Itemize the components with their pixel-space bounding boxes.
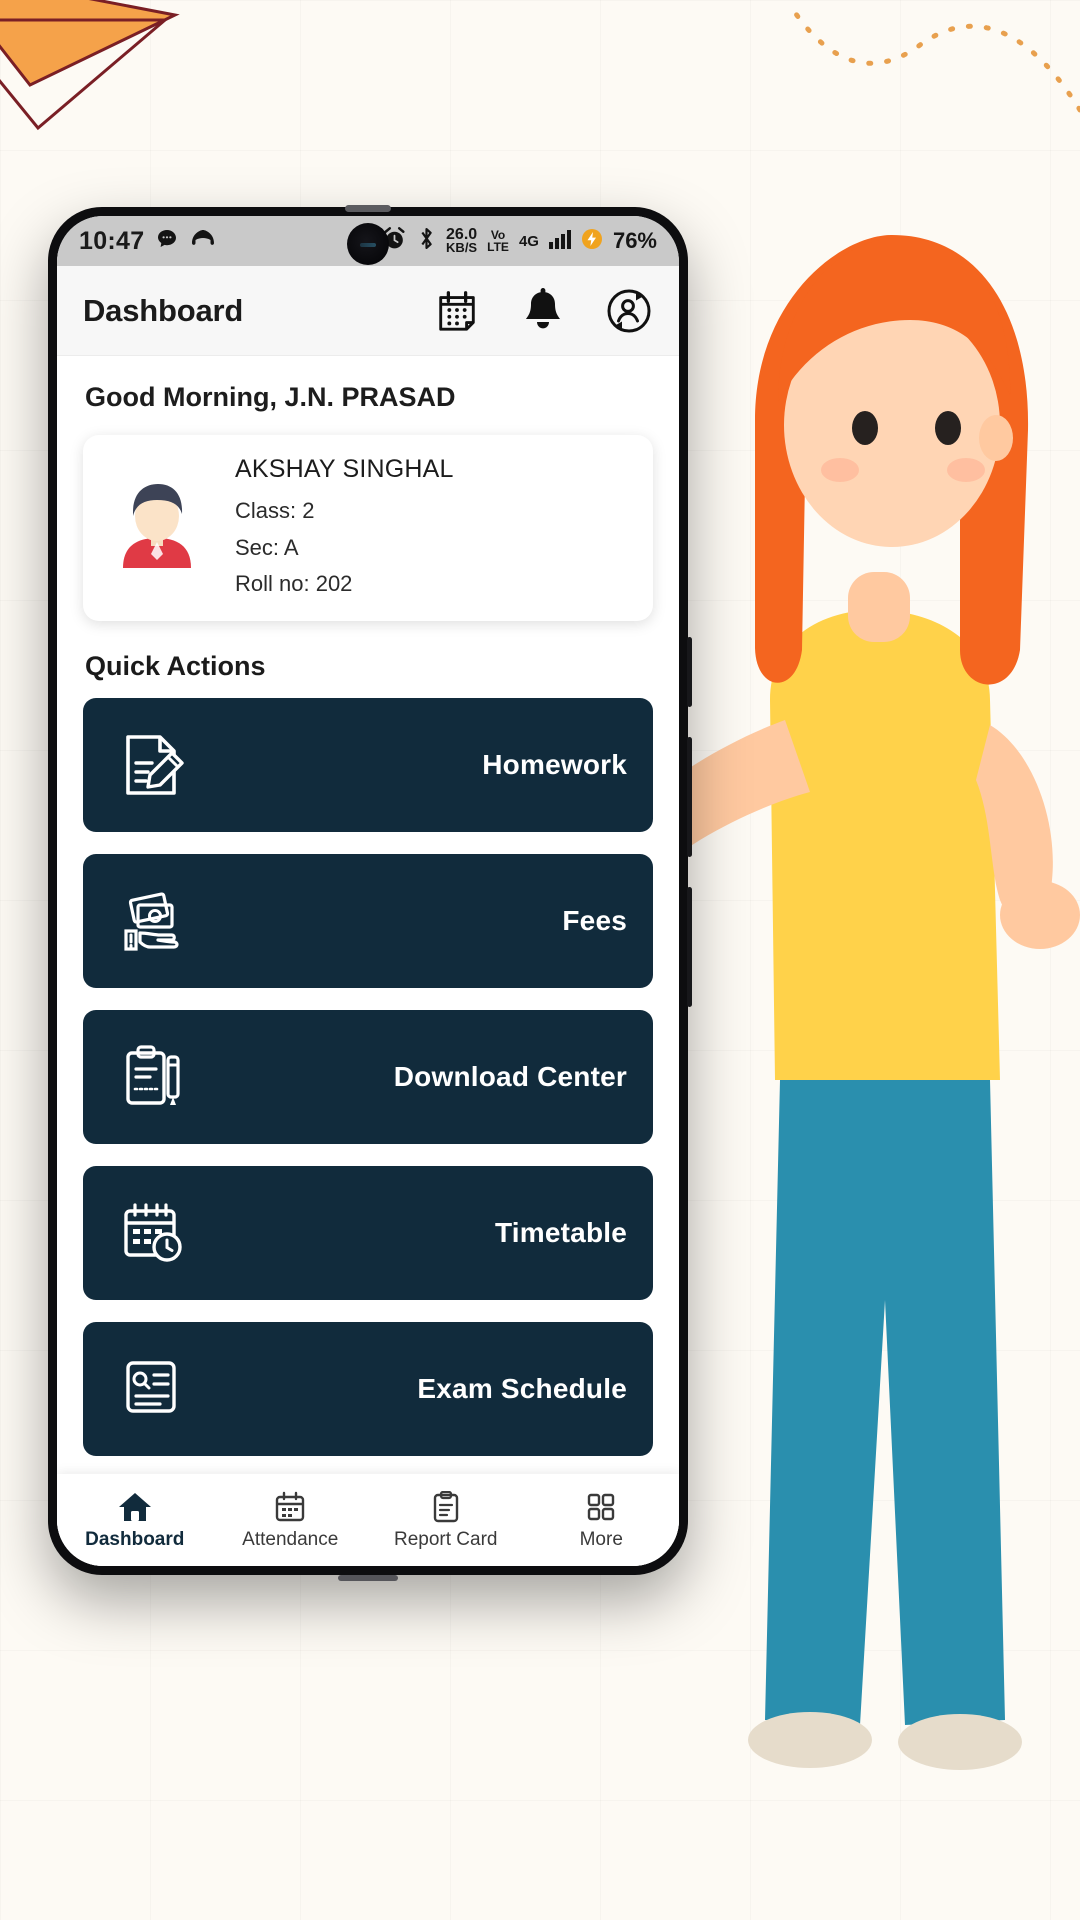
missed-call-icon — [190, 229, 216, 254]
quick-action-homework[interactable]: Homework — [83, 697, 653, 832]
dashboard-content: Good Morning, J.N. PRASAD AKSHAY SINGHAL… — [57, 356, 679, 1566]
calendar-icon — [274, 1490, 306, 1524]
nav-item-attendance[interactable]: Attendance — [213, 1490, 369, 1551]
student-avatar — [105, 476, 209, 580]
student-roll-no: Roll no: 202 — [235, 571, 353, 597]
phone-volume-up-button — [687, 737, 692, 857]
quick-action-label: Exam Schedule — [417, 1372, 627, 1404]
quick-action-download-center[interactable]: Download Center — [83, 1009, 653, 1144]
quick-action-label: Fees — [562, 904, 627, 936]
camera-punch-hole — [347, 223, 389, 265]
quick-action-timetable[interactable]: Timetable — [83, 1165, 653, 1300]
student-name: AKSHAY SINGHAL — [235, 455, 454, 483]
grid-dots-icon — [586, 1490, 616, 1524]
page-title: Dashboard — [83, 292, 244, 328]
signal-bars-icon — [548, 229, 571, 254]
student-details: AKSHAY SINGHAL Class: 2 Sec: A Roll no: … — [235, 455, 454, 601]
fees-money-hand-icon — [109, 878, 195, 964]
dotted-line-decoration — [750, 0, 1080, 120]
status-time: 10:47 — [79, 226, 145, 255]
calendar-icon[interactable] — [433, 287, 481, 335]
calendar-clock-icon — [109, 1190, 195, 1276]
home-icon — [117, 1490, 153, 1524]
mascot-character-illustration — [590, 180, 1080, 1920]
bottom-navigation: Dashboard Attendance Report Card More — [57, 1474, 679, 1566]
network-type-indicator: 4G — [518, 232, 539, 250]
nav-label: Dashboard — [85, 1528, 185, 1550]
quick-actions-title: Quick Actions — [85, 650, 266, 681]
quick-action-label: Timetable — [495, 1216, 627, 1248]
student-section: Sec: A — [235, 534, 299, 560]
clipboard-pen-icon — [109, 1034, 195, 1120]
volte-bottom: LTE — [487, 240, 509, 254]
quick-actions-list: Homework Fees Download Center Timetable … — [57, 682, 679, 1456]
bell-icon[interactable] — [519, 287, 567, 335]
phone-bottom-accent — [338, 1575, 398, 1581]
nav-item-report-card[interactable]: Report Card — [368, 1490, 524, 1551]
phone-speaker — [345, 205, 391, 212]
app-header-actions — [433, 287, 653, 335]
nav-label: Attendance — [242, 1528, 339, 1550]
nav-label: More — [579, 1528, 623, 1550]
student-class: Class: 2 — [235, 498, 315, 523]
quick-action-label: Download Center — [393, 1060, 627, 1092]
status-bar-left: 10:47 — [79, 227, 216, 256]
chat-bubble-icon — [155, 227, 179, 256]
homework-pencil-icon — [109, 722, 195, 808]
phone-volume-down-button — [687, 887, 692, 1007]
nav-label: Report Card — [394, 1528, 498, 1550]
app-header: Dashboard — [57, 266, 679, 356]
status-bar-right: 26.0 KB/S Vo LTE 4G 76% — [382, 226, 657, 256]
nav-item-dashboard[interactable]: Dashboard — [57, 1490, 213, 1551]
network-speed-indicator: 26.0 KB/S — [446, 227, 477, 255]
phone-screen: 10:47 26.0 KB/S Vo LTE 4G 76% Dashboard … — [57, 216, 679, 1566]
switch-account-icon[interactable] — [605, 287, 653, 335]
greeting-text: Good Morning, J.N. PRASAD — [85, 382, 456, 412]
phone-side-button — [687, 637, 692, 707]
quick-action-label: Homework — [482, 748, 627, 780]
bluetooth-icon — [417, 226, 436, 256]
student-profile-card[interactable]: AKSHAY SINGHAL Class: 2 Sec: A Roll no: … — [83, 435, 653, 621]
battery-charging-icon — [581, 228, 603, 255]
nav-item-more[interactable]: More — [524, 1490, 680, 1551]
network-speed-unit: KB/S — [446, 240, 478, 256]
status-bar: 10:47 26.0 KB/S Vo LTE 4G 76% — [57, 216, 679, 266]
phone-mockup: 10:47 26.0 KB/S Vo LTE 4G 76% Dashboard … — [48, 205, 692, 1581]
quick-action-exam-schedule[interactable]: Exam Schedule — [83, 1321, 653, 1456]
exam-document-icon — [109, 1346, 195, 1432]
battery-percent: 76% — [612, 228, 657, 253]
paper-plane-decoration — [0, 0, 260, 170]
volte-indicator: Vo LTE — [487, 229, 509, 253]
clipboard-icon — [432, 1490, 460, 1524]
quick-action-fees[interactable]: Fees — [83, 853, 653, 988]
